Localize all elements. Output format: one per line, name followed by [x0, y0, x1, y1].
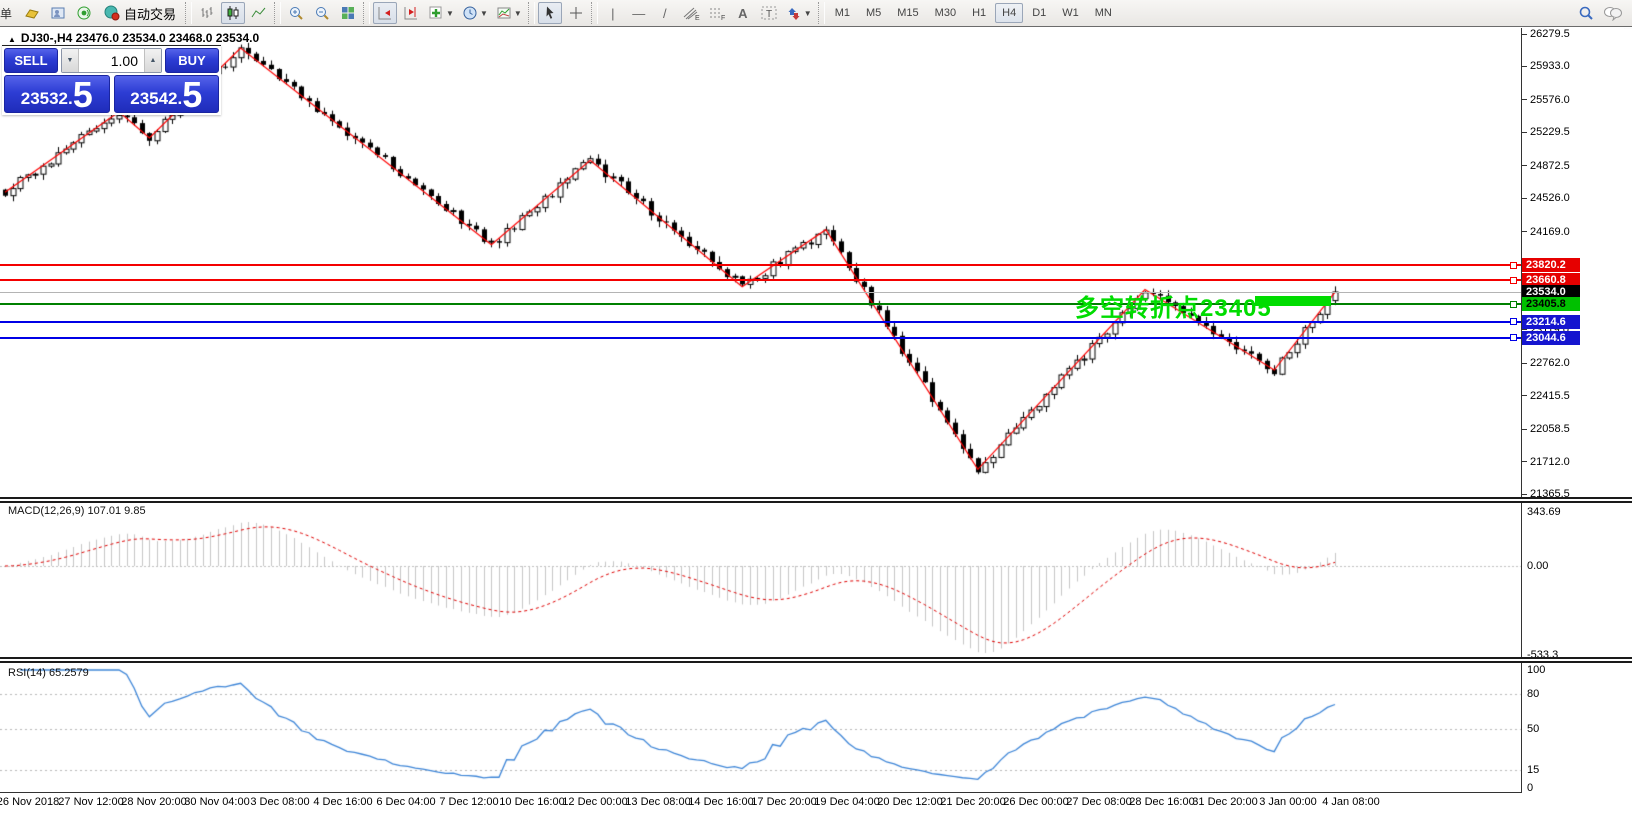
time-label: 26 Dec 00:00 [1003, 796, 1068, 808]
time-label: 28 Nov 20:00 [121, 796, 186, 808]
time-label: 7 Dec 12:00 [439, 796, 498, 808]
volume-increase-button[interactable]: ▲ [144, 49, 161, 72]
rsi-axis-80: 80 [1527, 688, 1539, 700]
price-tick: 22058.5 [1522, 423, 1570, 435]
buy-price-button[interactable]: 23542.5 [114, 75, 220, 113]
time-label: 10 Dec 16:00 [499, 796, 564, 808]
time-label: 4 Dec 16:00 [313, 796, 372, 808]
sell-button[interactable]: SELL [4, 48, 58, 73]
volume-value[interactable]: 1.00 [79, 49, 144, 72]
time-label: 27 Nov 12:00 [58, 796, 123, 808]
hline-23044.6[interactable] [0, 337, 1521, 339]
time-label: 13 Dec 08:00 [625, 796, 690, 808]
rsi-label: RSI(14) 65.2579 [8, 667, 89, 679]
time-label: 20 Dec 12:00 [877, 796, 942, 808]
buy-price: 23542. [130, 90, 182, 107]
macd-axis-zero: 0.00 [1527, 560, 1548, 572]
volume-stepper: ▼ 1.00 ▲ [61, 48, 162, 73]
time-label: 4 Jan 08:00 [1322, 796, 1380, 808]
rsi-axis-50: 50 [1527, 723, 1539, 735]
price-tag-23820.2[interactable]: 23820.2 [1522, 258, 1580, 272]
price-tick: 24872.5 [1522, 160, 1570, 172]
buy-price-pips: 5 [182, 81, 202, 110]
price-tick: 25576.0 [1522, 94, 1570, 106]
hline-23214.6[interactable] [0, 321, 1521, 323]
main-macd-splitter[interactable] [0, 497, 1632, 503]
price-tick: 25933.0 [1522, 60, 1570, 72]
price-axis-line [1521, 28, 1522, 792]
price-tag-23214.6[interactable]: 23214.6 [1522, 315, 1580, 329]
hline-handle[interactable] [1510, 262, 1517, 269]
time-label: 17 Dec 20:00 [751, 796, 816, 808]
time-label: 3 Dec 08:00 [250, 796, 309, 808]
time-label: 28 Dec 16:00 [1129, 796, 1194, 808]
chart-title-text: DJ30-,H4 23476.0 23534.0 23468.0 23534.0 [21, 31, 259, 45]
mt4-window: 单 自动交易 [0, 0, 1632, 814]
time-label: 6 Dec 04:00 [376, 796, 435, 808]
turning-point-annotation[interactable]: 多空转折点23405 [1075, 288, 1272, 323]
rsi-axis-0: 0 [1527, 782, 1533, 794]
buy-button[interactable]: BUY [165, 48, 219, 73]
time-axis-line [0, 792, 1522, 793]
time-label: 27 Dec 08:00 [1066, 796, 1131, 808]
rsi-axis-15: 15 [1527, 764, 1539, 776]
price-tag-23044.6[interactable]: 23044.6 [1522, 331, 1580, 345]
hline-handle[interactable] [1510, 318, 1517, 325]
time-label: 12 Dec 00:00 [562, 796, 627, 808]
price-tick: 24526.0 [1522, 192, 1570, 204]
chart-canvas[interactable] [0, 0, 1632, 814]
rsi-axis-100: 100 [1527, 664, 1545, 676]
hline-23534.0[interactable] [0, 292, 1521, 293]
turning-point-highlight-bar[interactable] [1255, 296, 1331, 306]
macd-axis-max: 343.69 [1527, 506, 1561, 518]
time-label: 26 Nov 2018 [0, 796, 59, 808]
price-tick: 22415.5 [1522, 390, 1570, 402]
hline-23660.8[interactable] [0, 279, 1521, 281]
sell-price: 23532. [21, 90, 73, 107]
time-label: 30 Nov 04:00 [184, 796, 249, 808]
time-label: 3 Jan 00:00 [1259, 796, 1317, 808]
price-tick: 26279.5 [1522, 28, 1570, 40]
price-tick: 22762.0 [1522, 357, 1570, 369]
collapse-arrow-icon[interactable]: ▲ [8, 35, 16, 44]
hline-handle[interactable] [1510, 334, 1517, 341]
price-tick: 24169.0 [1522, 226, 1570, 238]
macd-label: MACD(12,26,9) 107.01 9.85 [8, 505, 146, 517]
sell-price-button[interactable]: 23532.5 [4, 75, 110, 113]
time-label: 19 Dec 04:00 [814, 796, 879, 808]
price-tag-23405.8[interactable]: 23405.8 [1522, 297, 1580, 311]
price-tick: 21712.0 [1522, 456, 1570, 468]
macd-rsi-splitter[interactable] [0, 657, 1632, 663]
time-label: 21 Dec 20:00 [940, 796, 1005, 808]
time-label: 31 Dec 20:00 [1192, 796, 1257, 808]
sell-price-pips: 5 [73, 81, 93, 110]
time-label: 14 Dec 16:00 [688, 796, 753, 808]
hline-handle[interactable] [1510, 277, 1517, 284]
one-click-trading-panel: SELL ▼ 1.00 ▲ BUY 23532.5 23542.5 [2, 45, 221, 115]
hline-23820.2[interactable] [0, 264, 1521, 266]
price-tick: 25229.5 [1522, 126, 1570, 138]
chart-header: ▲ DJ30-,H4 23476.0 23534.0 23468.0 23534.… [8, 31, 259, 45]
hline-handle[interactable] [1510, 301, 1517, 308]
volume-decrease-button[interactable]: ▼ [62, 49, 79, 72]
